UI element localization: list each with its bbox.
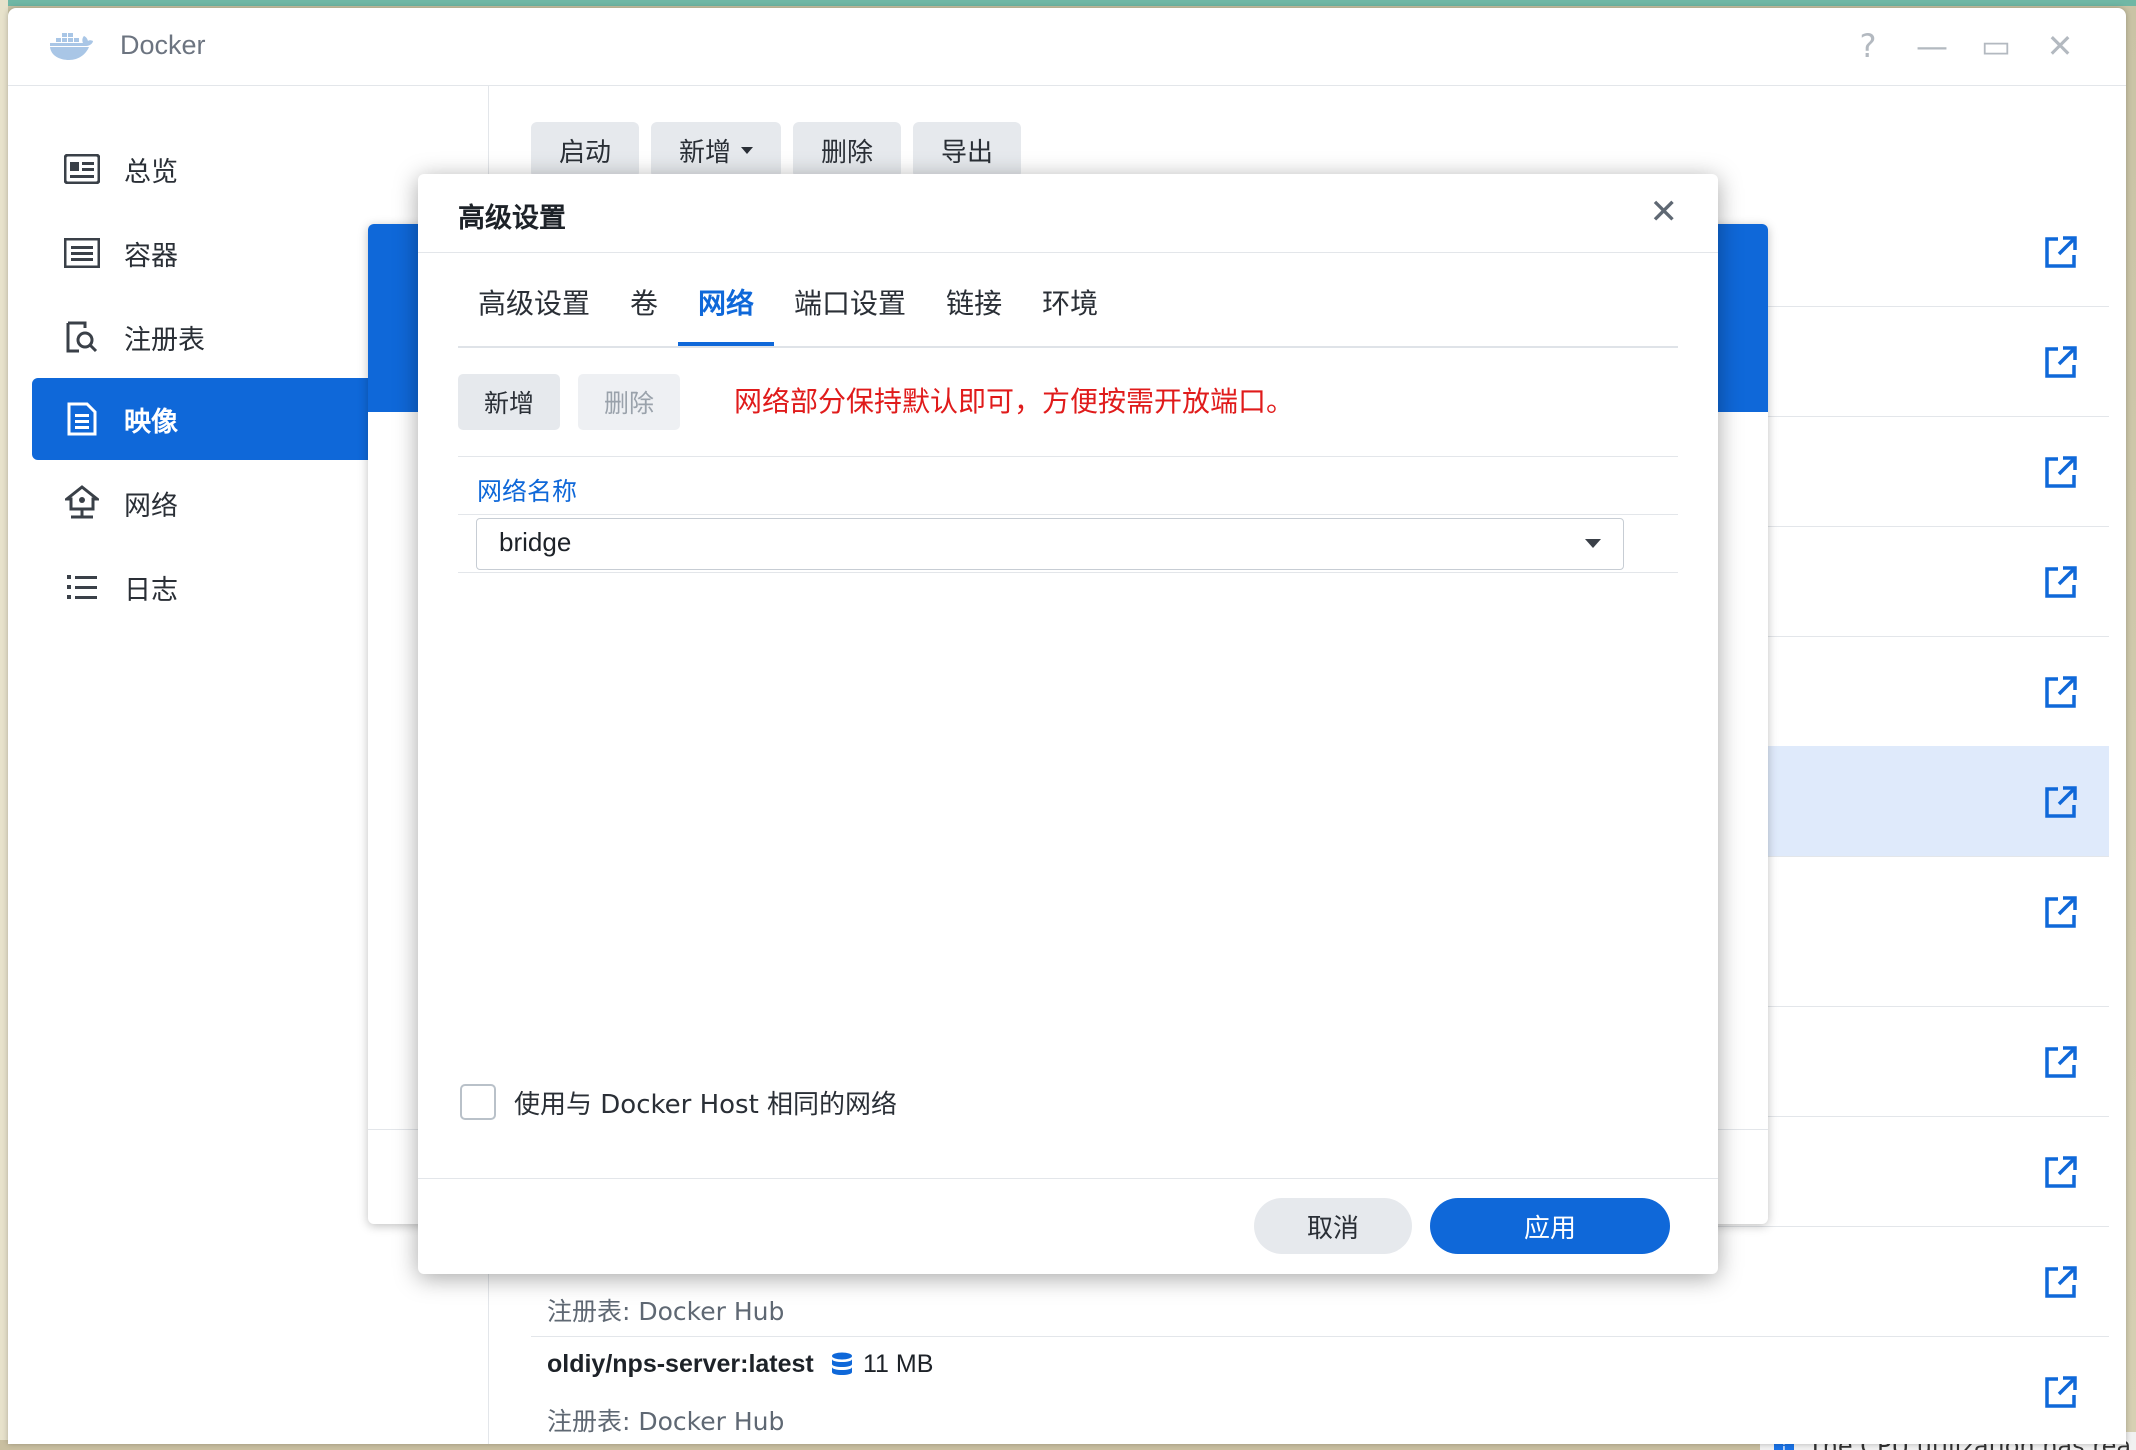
network-select-value: bridge bbox=[499, 527, 572, 557]
network-icon bbox=[62, 483, 102, 523]
window-title: Docker bbox=[120, 30, 206, 60]
delete-button[interactable]: 删除 bbox=[793, 122, 902, 178]
close-icon[interactable]: ✕ bbox=[1650, 192, 1679, 232]
open-external-icon[interactable] bbox=[2043, 784, 2079, 820]
tab-bar: 高级设置 卷 网络 端口设置 链接 环境 bbox=[458, 274, 1678, 348]
export-button[interactable]: 导出 bbox=[913, 122, 1022, 178]
table-border bbox=[458, 456, 1678, 457]
container-icon bbox=[62, 233, 102, 273]
tab-environment[interactable]: 环境 bbox=[1022, 274, 1118, 344]
open-external-icon[interactable] bbox=[2043, 674, 2079, 710]
sidebar-item-label: 总览 bbox=[124, 156, 178, 188]
toolbar: 启动 新增 删除 导出 bbox=[531, 122, 1022, 178]
add-network-button[interactable]: 新增 bbox=[458, 374, 561, 430]
open-external-icon[interactable] bbox=[2043, 344, 2079, 380]
minimize-icon[interactable]: — bbox=[1912, 26, 1952, 66]
title-bar: Docker ? — ▭ ✕ bbox=[8, 8, 2126, 86]
annotation-note: 网络部分保持默认即可，方便按需开放端口。 bbox=[734, 385, 1295, 418]
add-button[interactable]: 新增 bbox=[651, 122, 782, 178]
desktop-edge bbox=[0, 0, 8, 1450]
overview-icon bbox=[62, 149, 102, 189]
registry-text: 注册表: Docker Hub bbox=[547, 1297, 785, 1326]
open-external-icon[interactable] bbox=[2043, 564, 2079, 600]
tab-links[interactable]: 链接 bbox=[926, 274, 1022, 344]
table-border bbox=[458, 572, 1678, 573]
maximize-icon[interactable]: ▭ bbox=[1976, 26, 2016, 66]
tab-advanced[interactable]: 高级设置 bbox=[458, 274, 610, 344]
open-external-icon[interactable] bbox=[2043, 894, 2079, 930]
divider bbox=[418, 1178, 1718, 1179]
image-size-text: 11 MB bbox=[863, 1350, 934, 1378]
sidebar-item-label: 容器 bbox=[124, 240, 178, 272]
sidebar-item-label: 映像 bbox=[124, 406, 178, 438]
close-window-icon[interactable]: ✕ bbox=[2040, 26, 2080, 66]
image-name: oldiy/nps-server:latest bbox=[547, 1350, 814, 1378]
network-select[interactable]: bridge bbox=[476, 518, 1624, 570]
launch-button[interactable]: 启动 bbox=[531, 122, 640, 178]
open-external-icon[interactable] bbox=[2043, 1374, 2079, 1410]
table-border bbox=[458, 514, 1678, 515]
caret-down-icon bbox=[741, 146, 754, 154]
log-icon bbox=[62, 567, 102, 607]
open-external-icon[interactable] bbox=[2043, 1154, 2079, 1190]
database-icon bbox=[832, 1352, 852, 1375]
sidebar-item-label: 网络 bbox=[124, 490, 178, 522]
sidebar-item-label: 注册表 bbox=[124, 324, 205, 356]
divider bbox=[418, 252, 1718, 253]
same-network-checkbox[interactable] bbox=[460, 1084, 496, 1120]
tab-network[interactable]: 网络 bbox=[678, 274, 775, 346]
tab-volume[interactable]: 卷 bbox=[610, 274, 678, 344]
delete-network-button[interactable]: 删除 bbox=[578, 374, 681, 430]
same-network-label: 使用与 Docker Host 相同的网络 bbox=[514, 1090, 898, 1120]
image-size: 11 MB bbox=[831, 1350, 933, 1379]
list-item[interactable]: oldiy/nps-server:latest 11 MB 注册表: Docke… bbox=[531, 1336, 2109, 1444]
cancel-button[interactable]: 取消 bbox=[1254, 1198, 1412, 1254]
sidebar-item-label: 日志 bbox=[124, 574, 178, 606]
open-external-icon[interactable] bbox=[2043, 454, 2079, 490]
registry-icon bbox=[62, 317, 102, 357]
open-external-icon[interactable] bbox=[2043, 234, 2079, 270]
chevron-down-icon bbox=[1585, 539, 1601, 548]
image-icon bbox=[62, 399, 102, 439]
open-external-icon[interactable] bbox=[2043, 1044, 2079, 1080]
docker-logo-icon bbox=[50, 33, 93, 60]
column-header-network-name[interactable]: 网络名称 bbox=[477, 472, 577, 508]
tab-port-settings[interactable]: 端口设置 bbox=[774, 274, 926, 344]
dialog-title: 高级设置 bbox=[458, 203, 566, 234]
registry-text: 注册表: Docker Hub bbox=[547, 1407, 785, 1436]
apply-button[interactable]: 应用 bbox=[1430, 1198, 1670, 1254]
advanced-settings-dialog: 高级设置 ✕ 高级设置 卷 网络 端口设置 链接 环境 新增 删除 网络部分保持… bbox=[418, 174, 1718, 1274]
help-icon[interactable]: ? bbox=[1848, 26, 1888, 66]
open-external-icon[interactable] bbox=[2043, 1264, 2079, 1300]
add-button-label: 新增 bbox=[679, 137, 732, 168]
